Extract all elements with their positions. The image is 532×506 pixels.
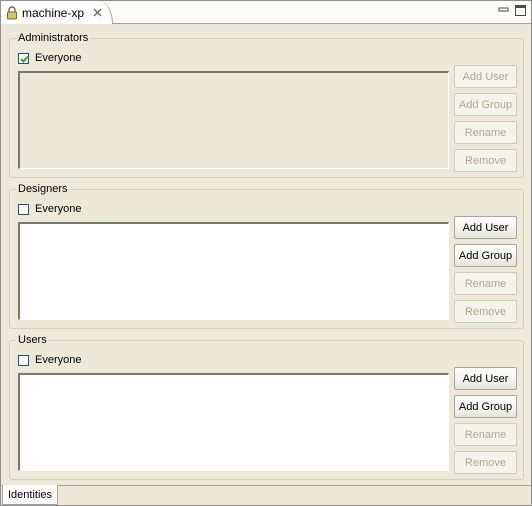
add-user-button: Add User	[454, 65, 517, 88]
tab-identities[interactable]: Identities	[2, 485, 59, 505]
remove-button: Remove	[454, 149, 517, 172]
everyone-checkbox-row[interactable]: Everyone	[18, 52, 81, 64]
maximize-icon[interactable]	[515, 5, 526, 16]
editor-tab-bar: machine-xp	[1, 1, 531, 24]
group-title: Designers	[16, 183, 70, 196]
minimize-icon[interactable]	[498, 5, 509, 16]
rename-button: Rename	[454, 121, 517, 144]
everyone-checkbox[interactable]	[18, 354, 29, 366]
everyone-checkbox[interactable]	[18, 52, 29, 64]
add-user-button[interactable]: Add User	[454, 216, 517, 239]
group-title: Users	[16, 334, 49, 347]
group-title: Administrators	[16, 32, 91, 45]
remove-button: Remove	[454, 451, 517, 474]
editor-tab-machine-xp[interactable]: machine-xp	[1, 1, 113, 24]
add-group-button[interactable]: Add Group	[454, 395, 517, 418]
rename-button: Rename	[454, 423, 517, 446]
group-users: Users Everyone Add User Add Group Rename…	[9, 334, 524, 480]
everyone-label: Everyone	[35, 52, 82, 64]
everyone-checkbox[interactable]	[18, 203, 29, 215]
everyone-checkbox-row[interactable]: Everyone	[18, 354, 81, 366]
rename-button: Rename	[454, 272, 517, 295]
members-list[interactable]	[18, 222, 449, 320]
group-administrators: Administrators Everyone Add User Add Gro…	[9, 32, 524, 178]
everyone-label: Everyone	[35, 203, 82, 215]
everyone-checkbox-row[interactable]: Everyone	[18, 203, 81, 215]
group-designers: Designers Everyone Add User Add Group Re…	[9, 183, 524, 329]
checkmark-icon	[20, 55, 29, 63]
add-group-button: Add Group	[454, 93, 517, 116]
editor-page-tabs: Identities	[1, 485, 531, 505]
everyone-label: Everyone	[35, 354, 82, 366]
members-list	[18, 71, 449, 169]
editor-tab-title: machine-xp	[22, 5, 85, 20]
close-icon[interactable]	[92, 7, 103, 18]
identity-editor: machine-xp Administrators Everyone Add U…	[0, 0, 532, 506]
add-group-button[interactable]: Add Group	[454, 244, 517, 267]
remove-button: Remove	[454, 300, 517, 323]
lock-icon	[7, 5, 17, 19]
members-list[interactable]	[18, 373, 449, 471]
add-user-button[interactable]: Add User	[454, 367, 517, 390]
